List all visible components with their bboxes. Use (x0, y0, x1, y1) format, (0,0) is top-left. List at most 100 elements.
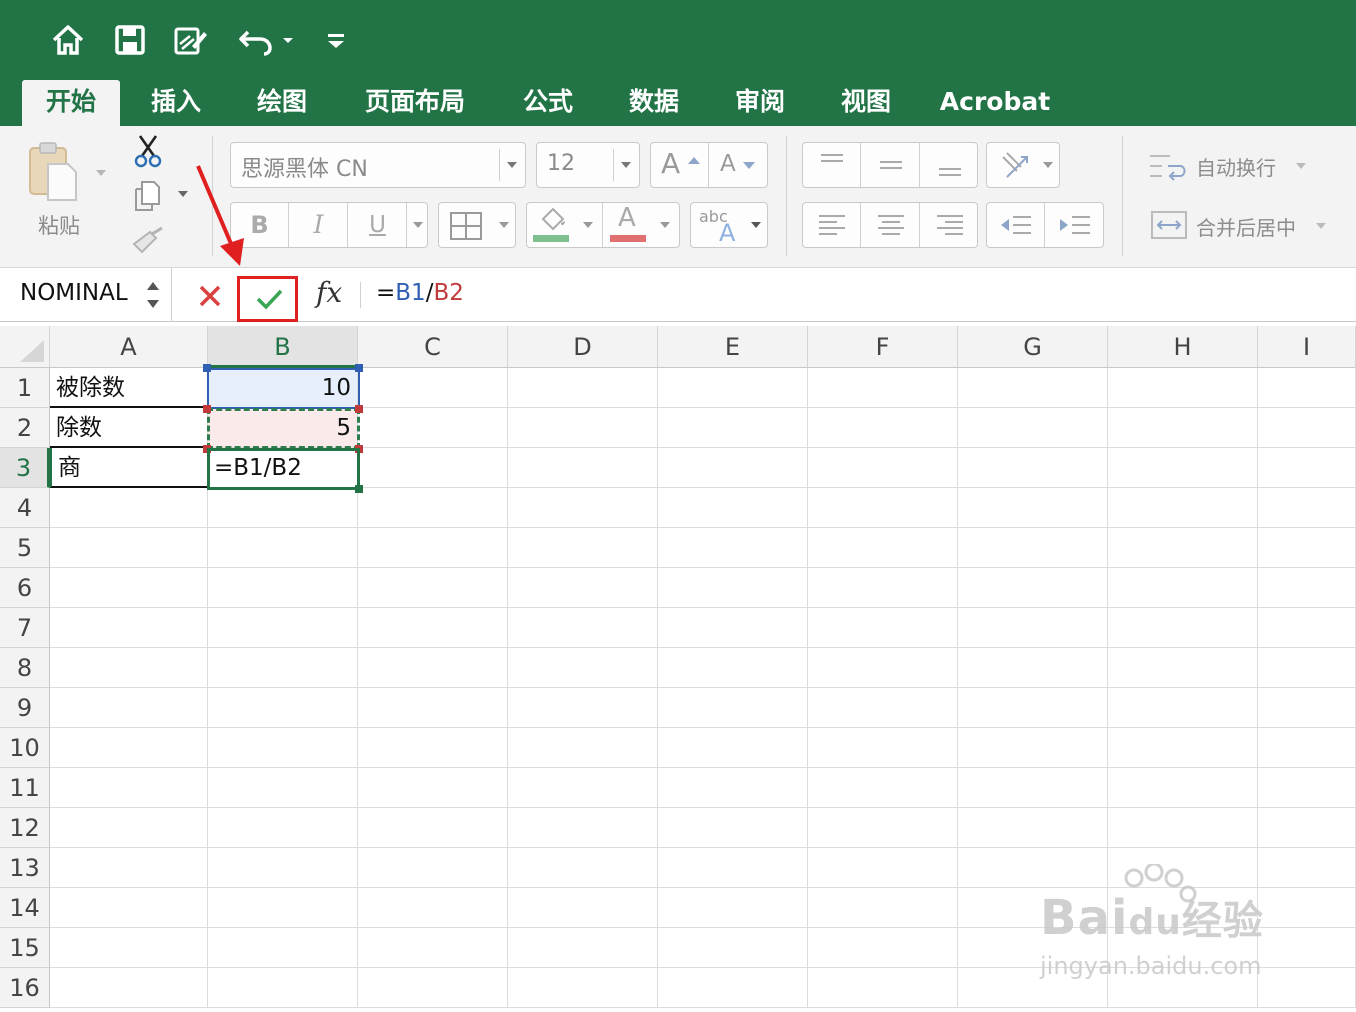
cell-f7[interactable] (808, 608, 958, 648)
edit-icon[interactable] (170, 20, 210, 60)
bold-button[interactable]: B (231, 203, 289, 247)
cell-g9[interactable] (958, 688, 1108, 728)
cell-g4[interactable] (958, 488, 1108, 528)
row-header-7[interactable]: 7 (0, 608, 50, 648)
cell-h1[interactable] (1108, 368, 1258, 408)
paste-dropdown-icon[interactable] (92, 166, 110, 180)
cell-i5[interactable] (1258, 528, 1356, 568)
cell-a14[interactable] (50, 888, 208, 928)
row-header-8[interactable]: 8 (0, 648, 50, 688)
cell-f12[interactable] (808, 808, 958, 848)
cell-d13[interactable] (508, 848, 658, 888)
decrease-indent-button[interactable] (987, 203, 1045, 247)
paste-label[interactable]: 粘贴 (38, 210, 80, 240)
underline-button[interactable]: U (349, 203, 407, 247)
column-header-f[interactable]: F (808, 326, 958, 368)
italic-button[interactable]: I (290, 203, 348, 247)
cell-f5[interactable] (808, 528, 958, 568)
align-top-button[interactable] (803, 143, 861, 187)
increase-indent-button[interactable] (1046, 203, 1104, 247)
cell-h8[interactable] (1108, 648, 1258, 688)
cell-e8[interactable] (658, 648, 808, 688)
cancel-icon[interactable] (196, 282, 224, 310)
cell-b16[interactable] (208, 968, 358, 1008)
cell-i6[interactable] (1258, 568, 1356, 608)
cell-b8[interactable] (208, 648, 358, 688)
cell-f6[interactable] (808, 568, 958, 608)
cell-e3[interactable] (658, 448, 808, 488)
row-header-16[interactable]: 16 (0, 968, 50, 1008)
cell-b7[interactable] (208, 608, 358, 648)
cell-i15[interactable] (1258, 928, 1356, 968)
cell-c4[interactable] (358, 488, 508, 528)
cell-e4[interactable] (658, 488, 808, 528)
cell-h7[interactable] (1108, 608, 1258, 648)
cell-e2[interactable] (658, 408, 808, 448)
cell-c7[interactable] (358, 608, 508, 648)
cell-f4[interactable] (808, 488, 958, 528)
cell-c5[interactable] (358, 528, 508, 568)
cell-c14[interactable] (358, 888, 508, 928)
row-header-11[interactable]: 11 (0, 768, 50, 808)
cell-d11[interactable] (508, 768, 658, 808)
undo-icon[interactable] (236, 20, 276, 60)
cell-a1[interactable]: 被除数 (50, 368, 208, 408)
cell-a5[interactable] (50, 528, 208, 568)
cell-c9[interactable] (358, 688, 508, 728)
cell-c1[interactable] (358, 368, 508, 408)
cell-e7[interactable] (658, 608, 808, 648)
tab-view[interactable]: 视图 (820, 80, 912, 126)
cell-f1[interactable] (808, 368, 958, 408)
cell-i13[interactable] (1258, 848, 1356, 888)
cell-d6[interactable] (508, 568, 658, 608)
row-header-2[interactable]: 2 (0, 408, 50, 448)
cell-h4[interactable] (1108, 488, 1258, 528)
tab-data[interactable]: 数据 (608, 80, 700, 126)
cell-a13[interactable] (50, 848, 208, 888)
cell-g7[interactable] (958, 608, 1108, 648)
wrap-text-button[interactable]: 自动换行 (1144, 148, 1344, 184)
insert-function-button[interactable]: fx (316, 276, 342, 309)
column-header-c[interactable]: C (358, 326, 508, 368)
cell-g8[interactable] (958, 648, 1108, 688)
cell-c16[interactable] (358, 968, 508, 1008)
align-center-button[interactable] (862, 203, 920, 247)
cell-c6[interactable] (358, 568, 508, 608)
tab-page-layout[interactable]: 页面布局 (352, 80, 478, 126)
row-header-1[interactable]: 1 (0, 368, 50, 408)
cell-e13[interactable] (658, 848, 808, 888)
select-all-corner[interactable] (0, 326, 50, 368)
cell-a6[interactable] (50, 568, 208, 608)
row-header-6[interactable]: 6 (0, 568, 50, 608)
cell-f9[interactable] (808, 688, 958, 728)
cell-h10[interactable] (1108, 728, 1258, 768)
format-painter-icon[interactable] (130, 226, 166, 256)
phonetic-button[interactable]: abc A (690, 202, 768, 248)
cell-c11[interactable] (358, 768, 508, 808)
cell-f3[interactable] (808, 448, 958, 488)
cell-g1[interactable] (958, 368, 1108, 408)
cell-g2[interactable] (958, 408, 1108, 448)
row-header-10[interactable]: 10 (0, 728, 50, 768)
cell-c10[interactable] (358, 728, 508, 768)
cell-b5[interactable] (208, 528, 358, 568)
cell-c13[interactable] (358, 848, 508, 888)
undo-dropdown-icon[interactable] (278, 20, 298, 60)
cell-h2[interactable] (1108, 408, 1258, 448)
merge-center-button[interactable]: 合并后居中 (1144, 208, 1344, 244)
row-header-12[interactable]: 12 (0, 808, 50, 848)
cell-g3[interactable] (958, 448, 1108, 488)
row-header-3[interactable]: 3 (0, 448, 50, 488)
cell-a3[interactable]: 商 (50, 448, 208, 488)
cell-d7[interactable] (508, 608, 658, 648)
name-box[interactable]: NOMINAL (0, 268, 172, 322)
cell-b14[interactable] (208, 888, 358, 928)
home-icon[interactable] (48, 20, 88, 60)
cell-e14[interactable] (658, 888, 808, 928)
cell-f15[interactable] (808, 928, 958, 968)
cell-c2[interactable] (358, 408, 508, 448)
column-header-h[interactable]: H (1108, 326, 1258, 368)
cell-i10[interactable] (1258, 728, 1356, 768)
cell-d16[interactable] (508, 968, 658, 1008)
cell-h12[interactable] (1108, 808, 1258, 848)
